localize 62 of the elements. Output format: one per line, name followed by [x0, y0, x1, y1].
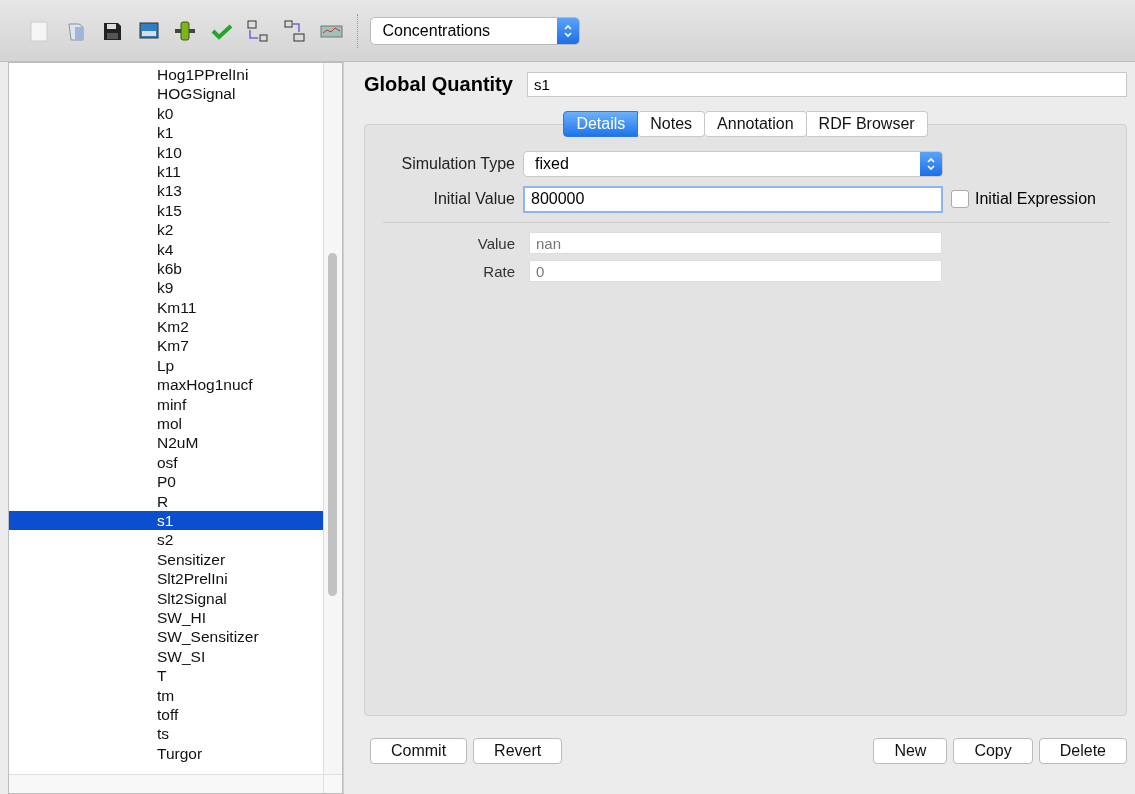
- list-item[interactable]: T: [9, 666, 323, 686]
- action-button[interactable]: Revert: [473, 738, 563, 764]
- list-item[interactable]: toff: [9, 704, 323, 725]
- list-item[interactable]: SW_HI: [9, 607, 323, 628]
- scroll-thumb[interactable]: [328, 253, 337, 596]
- list-item[interactable]: k2: [9, 220, 323, 240]
- simulation-type-select[interactable]: fixed: [523, 151, 943, 177]
- view-select[interactable]: Concentrations: [369, 16, 580, 45]
- list-item[interactable]: Turgor: [9, 743, 323, 764]
- field-label: Initial Value: [432, 190, 515, 208]
- up-down-caret-icon: [562, 23, 573, 38]
- field-label: Value: [476, 234, 515, 252]
- tab[interactable]: Notes: [638, 111, 706, 137]
- tab[interactable]: Annotation: [705, 111, 807, 137]
- action-button[interactable]: New: [873, 738, 948, 764]
- action-button[interactable]: Copy: [953, 738, 1033, 764]
- list-item[interactable]: Km2: [9, 317, 323, 337]
- list-item[interactable]: mol: [9, 414, 323, 434]
- list-item[interactable]: k10: [9, 142, 323, 162]
- list-item[interactable]: SW_SI: [9, 646, 323, 667]
- list-item[interactable]: HOGSignal: [9, 84, 323, 104]
- name-field[interactable]: s1: [526, 71, 1127, 97]
- list-item[interactable]: Sensitizer: [9, 549, 323, 570]
- list-item[interactable]: k9: [9, 278, 323, 298]
- list-item[interactable]: SW_Sensitizer: [9, 627, 323, 647]
- list-item[interactable]: Lp: [9, 355, 323, 376]
- list-item[interactable]: k0: [9, 103, 323, 124]
- list-item[interactable]: k6b: [9, 258, 323, 279]
- list-item[interactable]: maxHog1nucf: [9, 375, 323, 395]
- list-item[interactable]: minf: [9, 394, 323, 415]
- list-item[interactable]: Km7: [9, 336, 323, 356]
- list-item[interactable]: s1: [9, 511, 323, 531]
- field-label: Rate: [482, 262, 515, 280]
- list-item[interactable]: k4: [9, 239, 323, 259]
- list-item[interactable]: tm: [9, 685, 323, 705]
- initial-value-field[interactable]: 800000: [523, 185, 943, 213]
- horizontal-scrollbar[interactable]: [9, 774, 342, 793]
- list-item[interactable]: Km11: [9, 297, 323, 318]
- list-item[interactable]: s2: [9, 530, 323, 550]
- list-item[interactable]: R: [9, 491, 323, 511]
- field-label: Simulation Type: [400, 155, 515, 173]
- list-item[interactable]: N2uM: [9, 433, 323, 453]
- list-item[interactable]: osf: [9, 452, 323, 473]
- list-item[interactable]: P0: [9, 472, 323, 492]
- action-button[interactable]: Delete: [1038, 738, 1127, 764]
- list-item[interactable]: k11: [9, 161, 323, 182]
- panel-title: Global Quantity: [364, 72, 513, 96]
- tab[interactable]: RDF Browser: [806, 111, 928, 137]
- list-item[interactable]: k13: [9, 181, 323, 201]
- list-item[interactable]: Slt2Signal: [9, 588, 323, 608]
- list-item[interactable]: k1: [9, 123, 323, 143]
- list-item[interactable]: k15: [9, 200, 323, 221]
- rate-field[interactable]: 0: [529, 260, 942, 282]
- initial-expression-checkbox[interactable]: Initial Expression: [951, 190, 1096, 208]
- value-field[interactable]: nan: [529, 232, 942, 254]
- up-down-caret-icon: [926, 157, 936, 171]
- vertical-scrollbar[interactable]: [323, 63, 342, 774]
- list-item[interactable]: Slt2PrelIni: [9, 569, 323, 589]
- action-button[interactable]: Commit: [370, 738, 468, 764]
- checkbox-icon[interactable]: [951, 190, 969, 208]
- list-item[interactable]: ts: [9, 724, 323, 744]
- list-item[interactable]: Hog1PPrelIni: [9, 65, 323, 85]
